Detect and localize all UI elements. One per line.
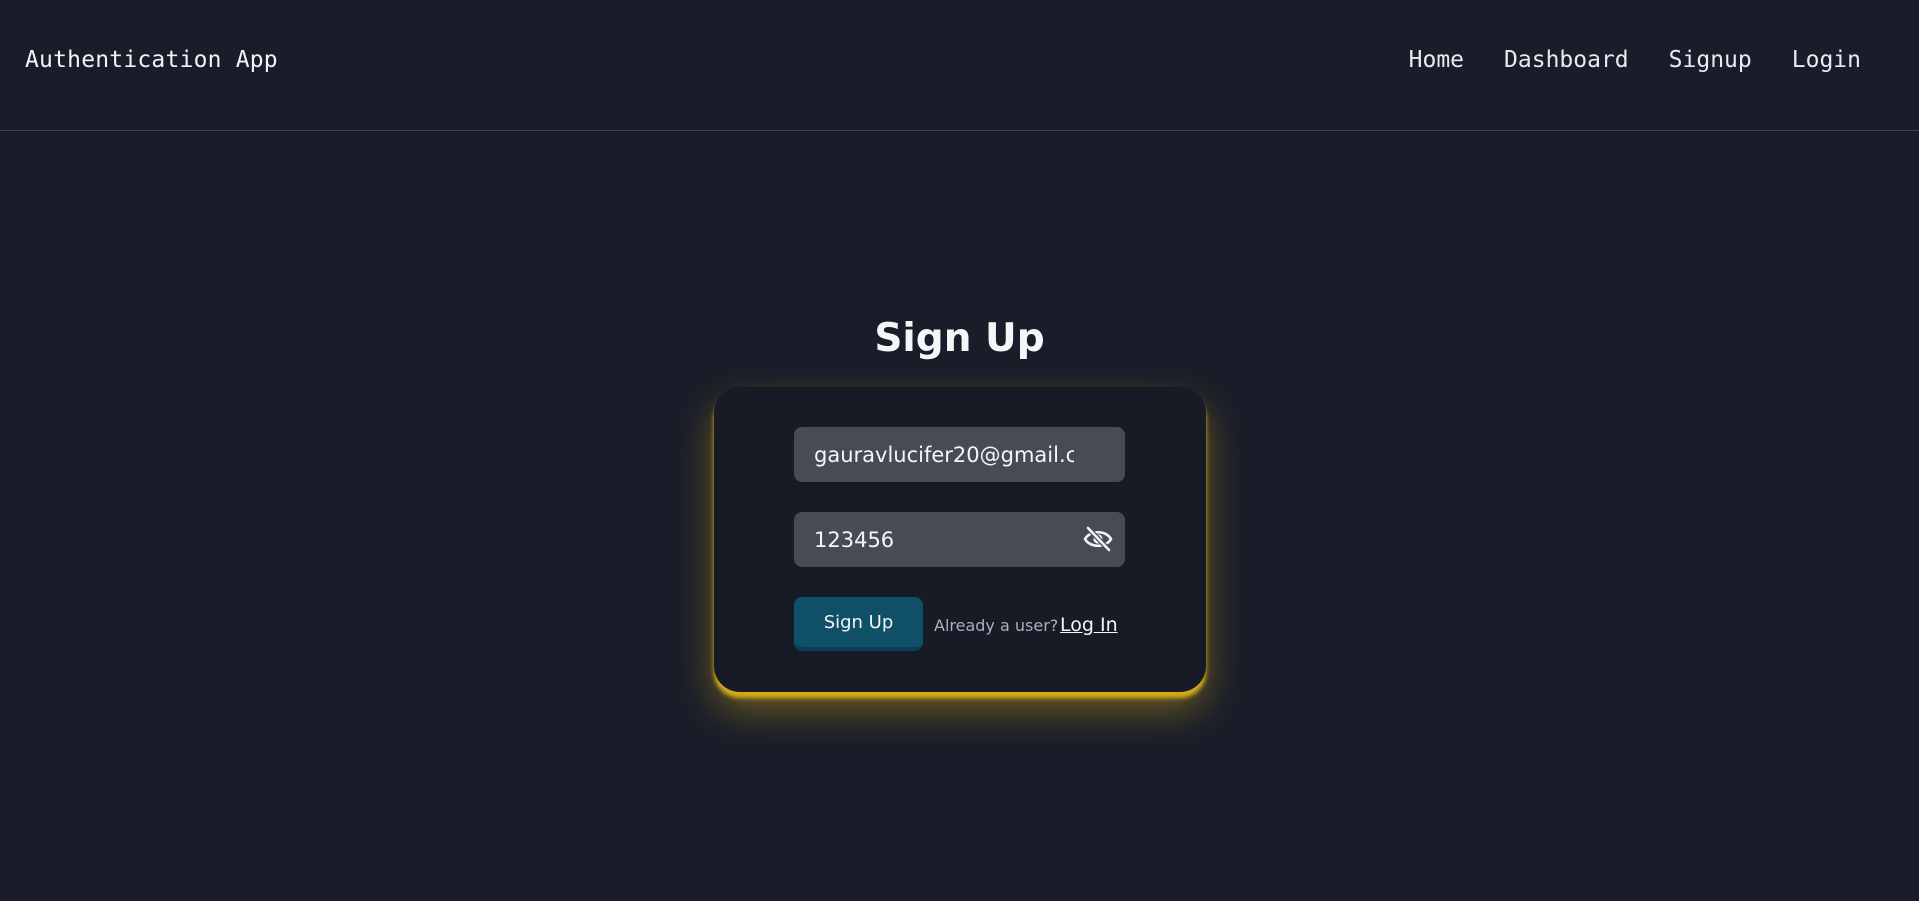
password-field-container xyxy=(794,512,1125,567)
app-brand: Authentication App xyxy=(25,47,278,73)
already-user-text: Already a user? xyxy=(934,616,1059,635)
page-title: Sign Up xyxy=(874,316,1045,361)
login-link[interactable]: Log In xyxy=(1060,614,1118,636)
nav-link-home[interactable]: Home xyxy=(1409,47,1464,73)
email-input[interactable] xyxy=(814,442,1074,467)
email-field-container xyxy=(794,427,1125,482)
signup-button[interactable]: Sign Up xyxy=(794,597,923,651)
nav-links: Home Dashboard Signup Login xyxy=(1409,47,1861,73)
nav-link-signup[interactable]: Signup xyxy=(1669,47,1752,73)
nav-link-login[interactable]: Login xyxy=(1792,47,1861,73)
eye-off-icon[interactable] xyxy=(1083,526,1113,552)
password-input[interactable] xyxy=(814,527,1074,552)
navbar: Authentication App Home Dashboard Signup… xyxy=(0,0,1919,131)
nav-link-dashboard[interactable]: Dashboard xyxy=(1504,47,1629,73)
signup-card: Sign Up Already a user? Log In xyxy=(714,387,1206,692)
